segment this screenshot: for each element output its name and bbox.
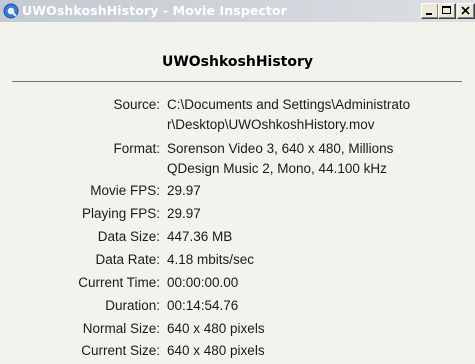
normal-size-label: Normal Size:: [82, 321, 160, 336]
close-button[interactable]: [457, 3, 475, 19]
data-size-label: Data Size:: [97, 229, 160, 244]
minimize-button[interactable]: [421, 3, 439, 19]
title-bar[interactable]: UWOshkoshHistory - Movie Inspector: [0, 0, 475, 22]
movie-fps-value: 29.97: [167, 183, 201, 198]
duration-label: Duration:: [105, 298, 160, 313]
data-rate-value: 4.18 mbits/sec: [167, 252, 255, 267]
duration-value: 00:14:54.76: [167, 298, 239, 313]
source-value: C:\Documents and Settings\Administrato r…: [167, 95, 467, 135]
movie-fps-label: Movie FPS:: [90, 183, 160, 198]
format-label: Format:: [113, 141, 160, 156]
normal-size-value: 640 x 480 pixels: [167, 321, 265, 336]
movie-inspector-window: UWOshkoshHistory - Movie Inspector UWOsh…: [0, 0, 475, 364]
window-title: UWOshkoshHistory - Movie Inspector: [22, 3, 288, 18]
playing-fps-value: 29.97: [167, 206, 201, 221]
current-time-label: Current Time:: [78, 275, 160, 290]
format-value-line-2: QDesign Music 2, Mono, 44.100 kHz: [167, 161, 387, 176]
source-value-line-1: C:\Documents and Settings\Administrato: [167, 97, 411, 112]
maximize-button[interactable]: [438, 3, 456, 19]
movie-name-heading: UWOshkoshHistory: [161, 54, 314, 70]
heading-divider: [12, 81, 462, 82]
playing-fps-label: Playing FPS:: [81, 206, 160, 221]
format-value: Sorenson Video 3, 640 x 480, Millions QD…: [167, 139, 467, 179]
current-time-value: 00:00:00.00: [167, 275, 239, 290]
data-rate-label: Data Rate:: [95, 252, 160, 267]
source-value-line-2: r\Desktop\UWOshkoshHistory.mov: [167, 117, 375, 132]
data-size-value: 447.36 MB: [167, 229, 233, 244]
quicktime-icon: [3, 3, 19, 19]
source-label: Source:: [113, 97, 160, 112]
current-size-label: Current Size:: [81, 343, 160, 358]
current-size-value: 640 x 480 pixels: [167, 343, 265, 358]
format-value-line-1: Sorenson Video 3, 640 x 480, Millions: [167, 141, 394, 156]
